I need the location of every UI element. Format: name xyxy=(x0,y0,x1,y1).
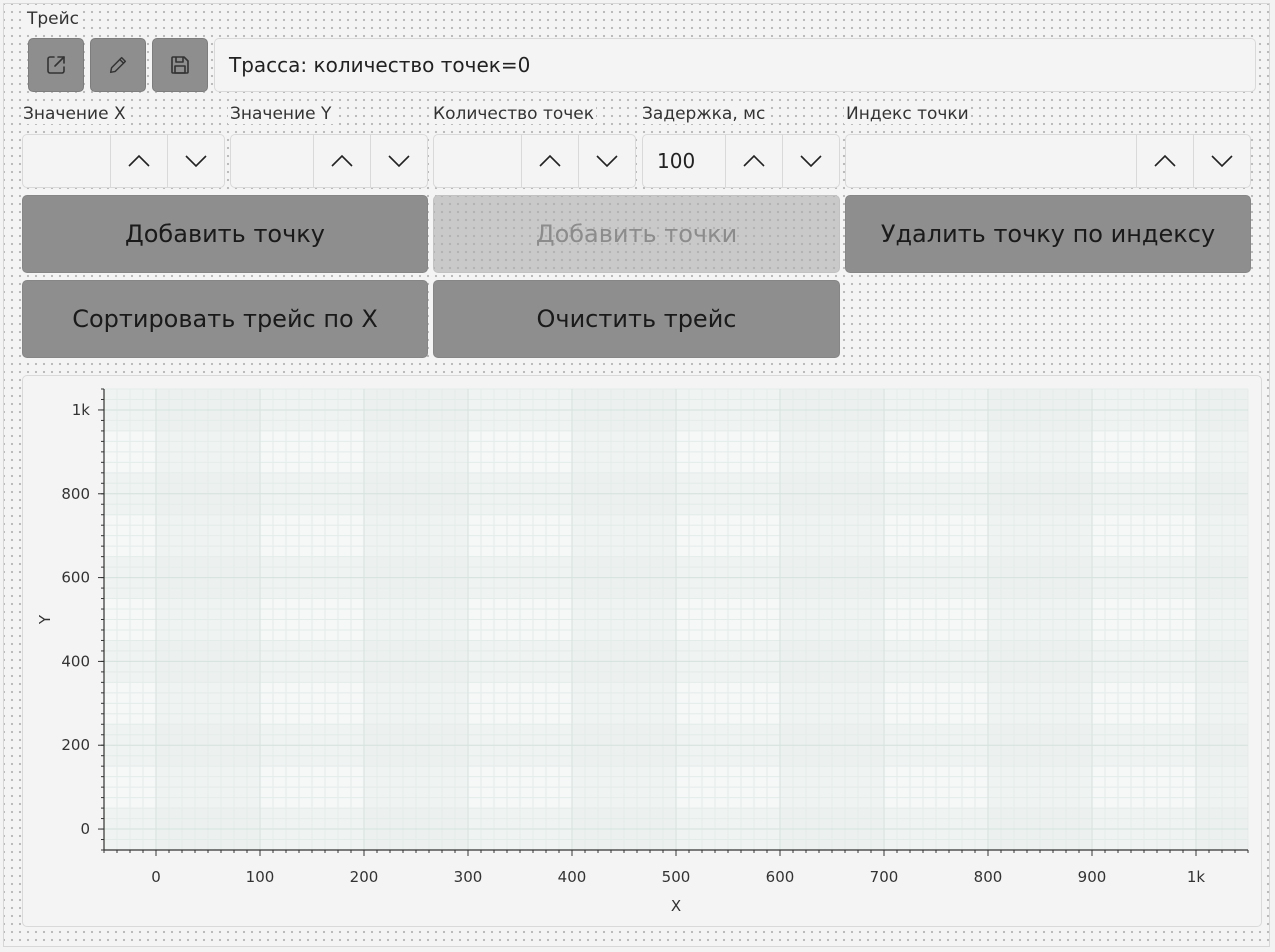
y-value-spinbox xyxy=(230,134,428,188)
edit-button[interactable] xyxy=(90,38,146,92)
delay-input[interactable]: 100 xyxy=(643,135,725,187)
index-decrement-button[interactable] xyxy=(1193,135,1250,187)
save-button[interactable] xyxy=(152,38,208,92)
x-increment-button[interactable] xyxy=(110,135,167,187)
index-increment-button[interactable] xyxy=(1136,135,1193,187)
point-count-label: Количество точек xyxy=(431,104,597,124)
x-value-spinbox xyxy=(22,134,225,188)
count-decrement-button[interactable] xyxy=(578,135,635,187)
chevron-up-icon xyxy=(1154,154,1176,167)
count-increment-button[interactable] xyxy=(521,135,578,187)
sort-trace-by-x-button[interactable]: Сортировать трейс по X xyxy=(22,280,428,358)
add-point-button[interactable]: Добавить точку xyxy=(22,195,428,273)
chevron-down-icon xyxy=(1211,155,1233,168)
y-value-input[interactable] xyxy=(231,135,313,187)
y-increment-button[interactable] xyxy=(313,135,370,187)
chevron-down-icon xyxy=(185,155,207,168)
floppy-disk-icon xyxy=(171,56,189,74)
chevron-up-icon xyxy=(128,154,150,167)
pencil-icon xyxy=(109,56,127,74)
delay-label: Задержка, мс xyxy=(640,104,768,124)
chevron-down-icon xyxy=(388,155,410,168)
chevron-up-icon xyxy=(539,154,561,167)
y-value-label: Значение Y xyxy=(228,104,334,124)
chevron-down-icon xyxy=(596,155,618,168)
point-count-input[interactable] xyxy=(434,135,521,187)
trace-chart-container xyxy=(22,375,1262,927)
delay-decrement-button[interactable] xyxy=(782,135,839,187)
point-index-spinbox xyxy=(845,134,1251,188)
open-external-icon xyxy=(47,56,65,74)
delay-increment-button[interactable] xyxy=(725,135,782,187)
chevron-up-icon xyxy=(331,154,353,167)
delay-spinbox: 100 xyxy=(642,134,840,188)
trace-info-field[interactable]: Трасса: количество точек=0 xyxy=(214,38,1256,92)
x-value-label: Значение X xyxy=(21,104,128,124)
point-count-spinbox xyxy=(433,134,636,188)
delete-point-by-index-button[interactable]: Удалить точку по индексу xyxy=(845,195,1251,273)
open-external-button[interactable] xyxy=(28,38,84,92)
add-points-button: Добавить точки xyxy=(433,195,840,273)
point-index-label: Индекс точки xyxy=(844,104,971,124)
chevron-up-icon xyxy=(743,154,765,167)
clear-trace-button[interactable]: Очистить трейс xyxy=(433,280,840,358)
x-decrement-button[interactable] xyxy=(167,135,224,187)
y-decrement-button[interactable] xyxy=(370,135,427,187)
chevron-down-icon xyxy=(800,155,822,168)
point-index-input[interactable] xyxy=(846,135,1136,187)
x-value-input[interactable] xyxy=(23,135,110,187)
trace-title: Трейс xyxy=(25,9,82,29)
